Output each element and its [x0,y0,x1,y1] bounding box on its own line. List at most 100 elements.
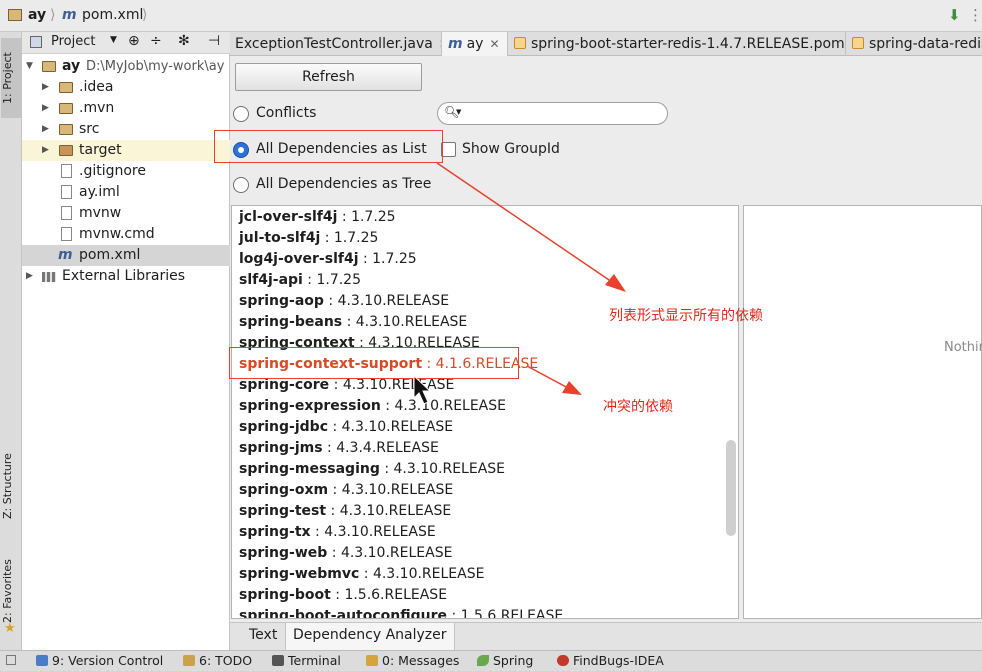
tree-item-external-libraries[interactable]: ▶ External Libraries [22,266,230,287]
tab-ay[interactable]: m ay ✕ [442,32,508,56]
tool-tab-project[interactable]: 1: Project [1,38,21,118]
tab-exception-test-controller[interactable]: ExceptionTestController.java✕ [230,32,442,56]
tab-dependency-analyzer[interactable]: Dependency Analyzer [285,623,455,650]
dependency-version: 4.3.10.RELEASE [341,419,454,435]
project-view-selector[interactable]: Project [51,34,95,49]
tab-spring-boot-starter-redis-pom[interactable]: spring-boot-starter-redis-1.4.7.RELEASE.… [508,32,846,56]
dependency-version: 4.3.10.RELEASE [341,482,454,498]
tree-item-gitignore[interactable]: .gitignore [22,161,230,182]
breadcrumb-file[interactable]: pom.xml [82,7,143,23]
scroll-from-source-icon[interactable]: ⊕ [128,33,140,49]
gear-icon[interactable]: ✻ [178,33,190,49]
tree-item-label: mvnw.cmd [79,226,155,242]
dependency-row[interactable]: spring-test : 4.3.10.RELEASE [239,501,451,522]
expand-arrow-icon[interactable]: ▶ [42,140,49,161]
dependency-row[interactable]: spring-boot : 1.5.6.RELEASE [239,585,447,606]
dependency-row[interactable]: spring-oxm : 4.3.10.RELEASE [239,480,453,501]
excluded-folder-icon [59,145,73,156]
dependency-name: spring-boot [239,587,331,603]
tree-item-src[interactable]: ▶ src [22,119,230,140]
dependency-name: spring-web [239,545,328,561]
dependency-name: spring-jms [239,440,323,456]
maven-icon: m [62,7,77,23]
status-messages[interactable]: 0: Messages [366,653,459,668]
dependency-separator: : [327,545,341,561]
file-icon [61,227,72,241]
dependency-version: 4.3.10.RELEASE [340,545,453,561]
dependency-separator: : [302,272,317,288]
all-dependencies-tree-radio[interactable] [233,177,249,193]
hide-panel-icon[interactable]: ⊣ [208,33,220,49]
dependency-row[interactable]: spring-jms : 4.3.4.RELEASE [239,438,439,459]
dependency-row[interactable]: jcl-over-slf4j : 1.7.25 [239,207,396,228]
tree-item-pom-xml[interactable]: m pom.xml [22,245,230,266]
dependency-row[interactable]: slf4j-api : 1.7.25 [239,270,361,291]
module-folder-icon [42,61,56,72]
status-label: 0: Messages [382,653,460,668]
expand-arrow-icon[interactable]: ▶ [42,77,49,98]
dependency-row[interactable]: log4j-over-slf4j : 1.7.25 [239,249,417,270]
module-icon [8,9,22,21]
tree-item-mvnw[interactable]: mvnw [22,203,230,224]
spring-leaf-icon [477,655,489,666]
dependency-list-scrollbar[interactable] [726,440,736,536]
dependency-row[interactable]: spring-expression : 4.3.10.RELEASE [239,396,506,417]
tab-label: ExceptionTestController.java [235,36,433,52]
close-icon[interactable]: ✕ [489,37,499,51]
breadcrumb-root[interactable]: ay [28,7,46,23]
tree-item-mvnw-cmd[interactable]: mvnw.cmd [22,224,230,245]
status-spring[interactable]: Spring [477,653,533,668]
dependency-row[interactable]: jul-to-slf4j : 1.7.25 [239,228,378,249]
tab-spring-data-redis[interactable]: spring-data-redis [846,32,982,56]
download-icon[interactable]: ⬇ [948,6,961,24]
tool-window-bar: 9: Version Control 6: TODO Terminal 0: M… [0,650,982,671]
dependency-separator: : [342,314,356,330]
tree-item-mvn[interactable]: ▶ .mvn [22,98,230,119]
dependency-name: spring-aop [239,293,324,309]
dependency-row[interactable]: spring-boot-autoconfigure : 1.5.6.RELEAS… [239,606,563,618]
expand-arrow-icon[interactable]: ▶ [26,266,33,287]
dependency-row[interactable]: spring-messaging : 4.3.10.RELEASE [239,459,505,480]
conflicts-radio[interactable] [233,106,249,122]
root-path: D:\MyJob\my-work\ay [86,59,225,74]
dependency-row[interactable]: spring-jdbc : 4.3.10.RELEASE [239,417,453,438]
tree-item-idea[interactable]: ▶ .idea [22,77,230,98]
dependency-row[interactable]: spring-beans : 4.3.10.RELEASE [239,312,467,333]
file-icon [61,164,72,178]
tree-item-ay-iml[interactable]: ay.iml [22,182,230,203]
collapse-all-icon[interactable]: ÷ [150,33,162,49]
status-terminal[interactable]: Terminal [272,653,341,668]
messages-icon [366,655,378,666]
tree-item-label: target [79,142,122,158]
search-dropdown-icon[interactable]: ▼ [456,108,461,116]
root-name: ay [62,58,81,74]
more-icon[interactable]: ⋮ [968,6,982,24]
dependency-row[interactable]: spring-web : 4.3.10.RELEASE [239,543,452,564]
dependency-separator: : [337,209,352,225]
tree-item-label: External Libraries [62,268,185,284]
status-findbugs[interactable]: FindBugs-IDEA [557,653,664,668]
tool-tab-structure[interactable]: Z: Structure [1,442,21,530]
dependency-row[interactable]: spring-webmvc : 4.3.10.RELEASE [239,564,484,585]
status-todo[interactable]: 6: TODO [183,653,252,668]
breadcrumb-separator-icon: ⟩ [50,7,56,23]
all-dependencies-tree-label: All Dependencies as Tree [256,176,432,192]
status-version-control[interactable]: 9: Version Control [36,653,163,668]
expand-arrow-icon[interactable]: ▶ [42,98,49,119]
dependency-version: 4.3.10.RELEASE [394,398,506,414]
tool-window-toggle-icon[interactable] [6,655,16,665]
tab-label: ay [466,36,484,52]
expand-arrow-icon[interactable]: ▼ [26,56,33,77]
dependency-row[interactable]: spring-tx : 4.3.10.RELEASE [239,522,436,543]
refresh-button[interactable]: Refresh [235,63,422,91]
dependency-version: 4.3.10.RELEASE [372,566,485,582]
dependency-version: 1.5.6.RELEASE [344,587,448,603]
show-groupid-checkbox[interactable] [441,142,456,157]
dependency-row[interactable]: spring-aop : 4.3.10.RELEASE [239,291,449,312]
chevron-down-icon[interactable]: ▼ [110,35,117,45]
tab-text[interactable]: Text [242,623,284,650]
search-input[interactable]: 🔍︎ ▼ [437,102,668,125]
tree-root[interactable]: ▼ ay D:\MyJob\my-work\ay [22,56,230,77]
expand-arrow-icon[interactable]: ▶ [42,119,49,140]
tree-item-target[interactable]: ▶ target [22,140,230,161]
